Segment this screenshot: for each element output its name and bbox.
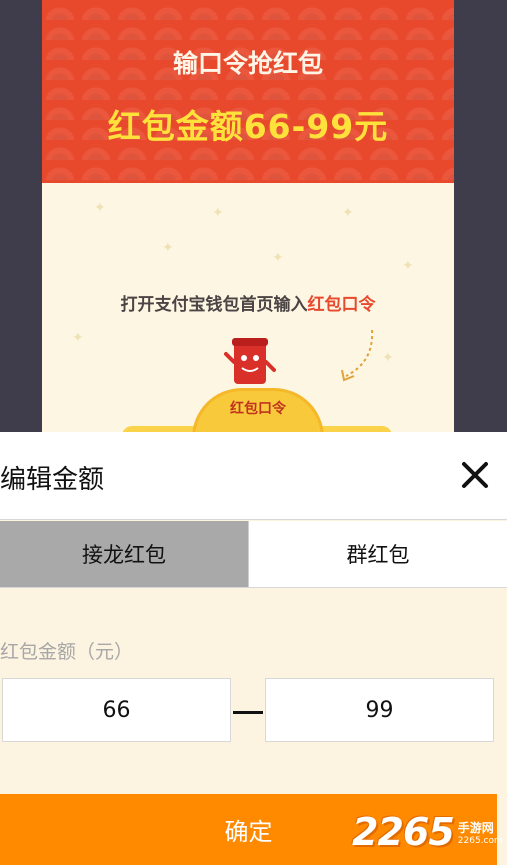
card-header-title: 输口令抢红包 (172, 49, 323, 78)
coin-label: 红包口令 (230, 401, 286, 417)
edit-amount-dialog: 编辑金额 接龙红包 群红包 红包金额（元） 66 99 确定 (0, 432, 507, 865)
card-instruction: 打开支付宝钱包首页输入红包口令 (42, 290, 454, 315)
confetti-icon: ✦ (72, 330, 84, 346)
red-packet-card: 输口令抢红包 红包金额66-99元 ✦ ✦ ✦ ✦ ✦ ✦ ✦ ✦ 打开支付宝钱… (42, 0, 454, 440)
confetti-icon: ✦ (94, 200, 106, 216)
instruction-highlight: 红包口令 (307, 295, 376, 315)
site-watermark: 2265 手游网 2265.com (352, 808, 503, 856)
instruction-text: 打开支付宝钱包首页输入 (120, 295, 308, 315)
watermark-text: 手游网 2265.com (458, 819, 503, 846)
packet-type-tabs: 接龙红包 群红包 (0, 521, 507, 587)
watermark-cn: 手游网 (457, 820, 494, 835)
tab-relay-packet[interactable]: 接龙红包 (0, 521, 248, 587)
watermark-number: 2265 (352, 810, 455, 854)
amount-label: 红包金额（元） (0, 641, 134, 663)
amount-banner: 红包金额66-99元 (107, 107, 389, 146)
close-icon[interactable] (458, 458, 492, 492)
confetti-icon: ✦ (342, 205, 354, 221)
max-amount-input[interactable]: 99 (265, 678, 494, 742)
confetti-icon: ✦ (162, 240, 174, 256)
dashed-arrow-icon (341, 329, 374, 382)
confetti-icon: ✦ (402, 258, 414, 274)
tabs-divider (0, 587, 507, 588)
watermark-en: 2265.com (457, 835, 503, 846)
dialog-title: 编辑金额 (0, 465, 105, 495)
card-header: 输口令抢红包 红包金额66-99元 (42, 0, 454, 183)
confetti-icon: ✦ (382, 350, 394, 366)
red-packet-mascot-icon (224, 338, 276, 384)
tab-group-packet[interactable]: 群红包 (248, 521, 507, 587)
confetti-icon: ✦ (212, 205, 224, 221)
range-dash (233, 711, 263, 714)
dialog-header: 编辑金额 (0, 432, 507, 520)
confetti-icon: ✦ (272, 250, 284, 266)
min-amount-input[interactable]: 66 (2, 678, 231, 742)
